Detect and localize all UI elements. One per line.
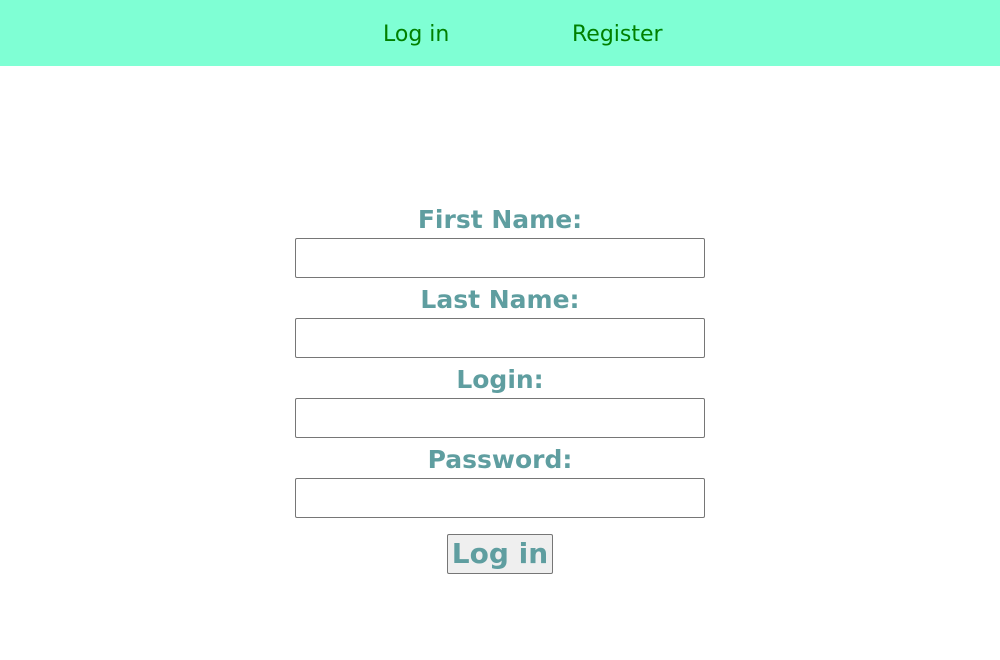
nav-login-link[interactable]: Log in	[383, 20, 449, 50]
password-input[interactable]	[295, 478, 705, 518]
nav-register-link[interactable]: Register	[572, 20, 663, 50]
last-name-input[interactable]	[295, 318, 705, 358]
top-nav-bar: Log in Register	[0, 0, 1000, 66]
login-label: Login:	[456, 365, 544, 394]
last-name-label: Last Name:	[420, 285, 580, 314]
registration-form: First Name: Last Name: Login: Password: …	[295, 202, 705, 574]
submit-row: Log in	[295, 534, 705, 574]
first-name-input[interactable]	[295, 238, 705, 278]
password-label: Password:	[427, 445, 573, 474]
first-name-label: First Name:	[417, 205, 583, 234]
login-input[interactable]	[295, 398, 705, 438]
login-submit-button[interactable]: Log in	[447, 534, 553, 574]
